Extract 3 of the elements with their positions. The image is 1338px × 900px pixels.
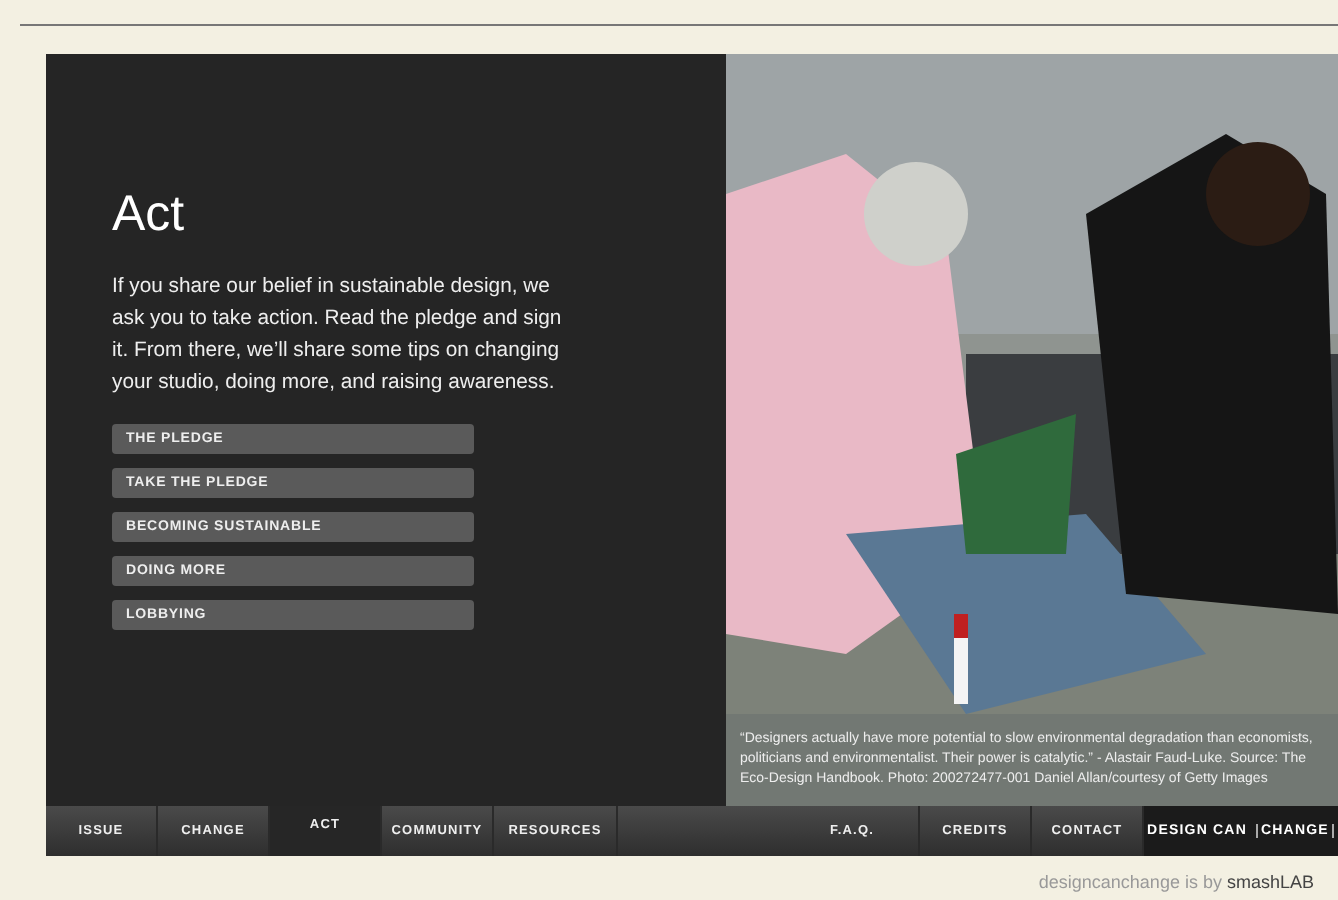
footer-credit: designcanchange is by smashLAB: [1038, 872, 1314, 892]
page-title: Act: [112, 186, 185, 244]
intro-text: If you share our belief in sustainable design, we ask you to take action. Read the pledge and sign it. From there, we’ll share some tips on changing your studio, doing more, and raising awareness.: [112, 274, 564, 398]
